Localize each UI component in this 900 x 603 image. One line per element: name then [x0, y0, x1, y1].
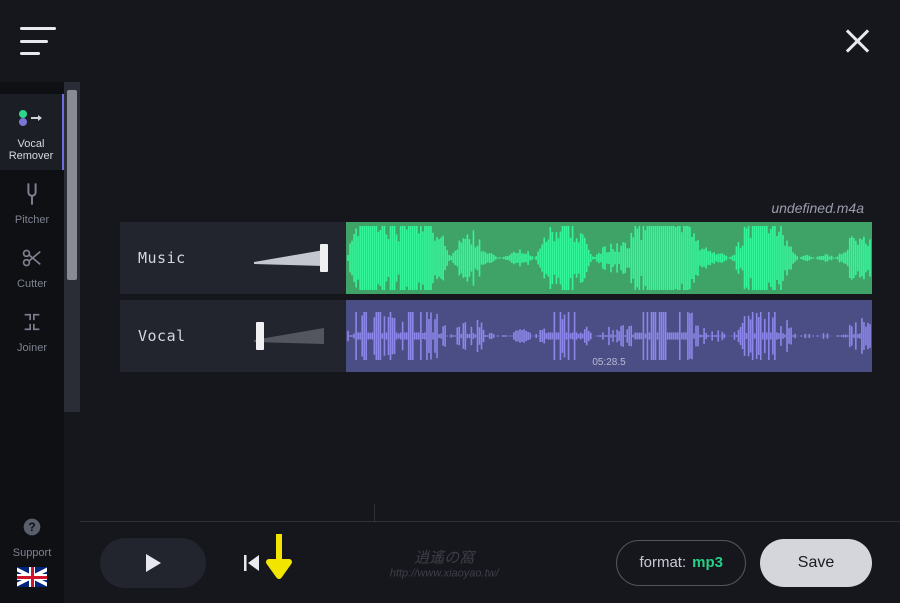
track-vocal: Vocal 05:28.5 — [120, 300, 872, 372]
save-button[interactable]: Save — [760, 539, 872, 587]
vocal-remover-icon — [17, 104, 45, 132]
track-vocal-label: Vocal — [138, 327, 242, 345]
main-panel: undefined.m4a Music Vocal — [80, 82, 900, 603]
track-music-label: Music — [138, 249, 242, 267]
play-icon — [144, 553, 162, 573]
sidebar-item-cutter[interactable]: Cutter — [0, 234, 64, 298]
track-music: Music — [120, 222, 872, 294]
sidebar-item-pitcher[interactable]: Pitcher — [0, 170, 64, 234]
joiner-icon — [18, 308, 46, 336]
music-volume-slider[interactable] — [254, 245, 332, 271]
controls-bar: 逍遙の窩 http://www.xiaoyao.tw/ format: mp3 … — [80, 521, 900, 603]
track-vocal-header: Vocal — [120, 300, 346, 372]
skip-start-icon — [243, 554, 261, 572]
sidebar-item-vocal-remover[interactable]: Vocal Remover — [0, 94, 64, 170]
sidebar-item-label: Support — [13, 547, 52, 559]
play-button[interactable] — [100, 538, 206, 588]
format-value: mp3 — [692, 554, 723, 571]
svg-text:?: ? — [28, 521, 35, 534]
tuning-fork-icon — [18, 180, 46, 208]
format-selector[interactable]: format: mp3 — [616, 540, 746, 586]
sidebar-item-label: Cutter — [17, 278, 47, 290]
close-button[interactable] — [842, 26, 872, 56]
sidebar-item-label: Pitcher — [15, 214, 49, 226]
sidebar-item-support[interactable]: ? Support — [0, 503, 64, 567]
filename-label: undefined.m4a — [120, 200, 872, 216]
format-label: format: — [639, 554, 686, 571]
sidebar: Vocal Remover Pitcher Cutter Joiner — [0, 82, 64, 603]
menu-toggle[interactable] — [20, 27, 56, 55]
vocal-volume-slider[interactable] — [254, 323, 332, 349]
time-marker: 05:28.5 — [592, 357, 625, 368]
scissors-icon — [18, 244, 46, 272]
sidebar-item-label: Joiner — [17, 342, 47, 354]
vocal-waveform[interactable]: 05:28.5 — [346, 300, 872, 372]
track-music-header: Music — [120, 222, 346, 294]
sidebar-item-label: Vocal Remover — [0, 138, 62, 162]
language-flag-uk[interactable] — [17, 567, 47, 587]
sidebar-item-joiner[interactable]: Joiner — [0, 298, 64, 362]
watermark: 逍遙の窩 http://www.xiaoyao.tw/ — [390, 546, 499, 579]
music-waveform[interactable] — [346, 222, 872, 294]
restart-button[interactable] — [232, 543, 272, 583]
scrollbar-thumb[interactable] — [67, 90, 77, 280]
sidebar-scrollbar[interactable] — [64, 82, 80, 412]
help-icon: ? — [18, 513, 46, 541]
